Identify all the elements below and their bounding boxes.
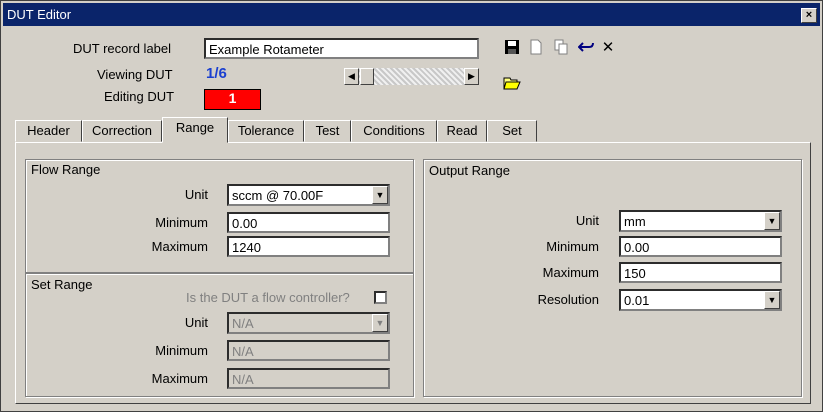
flow-controller-question: Is the DUT a flow controller?	[186, 290, 350, 305]
output-resolution-label: Resolution	[537, 292, 599, 307]
tab-header[interactable]: Header	[15, 120, 82, 142]
output-range-title: Output Range	[429, 163, 510, 178]
output-unit-value: mm	[624, 214, 646, 229]
scroll-thumb[interactable]	[360, 68, 374, 85]
set-min-label: Minimum	[155, 343, 208, 358]
output-min-input[interactable]: 0.00	[619, 236, 782, 257]
output-max-label: Maximum	[542, 265, 599, 280]
set-min-input[interactable]: N/A	[227, 340, 390, 361]
viewing-label: Viewing DUT	[97, 67, 173, 82]
open-folder-icon[interactable]	[503, 75, 521, 93]
flow-unit-label: Unit	[184, 187, 208, 202]
range-tab-panel: Flow Range Unit sccm @ 70.00F ▼ Minimum …	[15, 142, 811, 404]
set-max-input[interactable]: N/A	[227, 368, 390, 389]
window-title: DUT Editor	[7, 7, 72, 22]
tab-tolerance[interactable]: Tolerance	[228, 120, 304, 142]
editing-label: Editing DUT	[104, 89, 175, 104]
record-label: DUT record label	[73, 41, 172, 56]
flow-unit-select[interactable]: sccm @ 70.00F ▼	[227, 184, 390, 206]
tab-correction[interactable]: Correction	[82, 120, 162, 142]
flow-range-title: Flow Range	[31, 162, 101, 177]
output-unit-label: Unit	[575, 213, 599, 228]
set-unit-select[interactable]: N/A ▼	[227, 312, 390, 334]
copy-icon[interactable]	[552, 39, 570, 57]
close-button[interactable]: ×	[801, 8, 817, 23]
flow-min-label: Minimum	[155, 215, 208, 230]
flow-min-input[interactable]: 0.00	[227, 212, 390, 233]
tab-set[interactable]: Set	[487, 120, 537, 142]
set-unit-label: Unit	[184, 315, 208, 330]
set-max-label: Maximum	[151, 371, 208, 386]
output-min-label: Minimum	[546, 239, 599, 254]
set-unit-value: N/A	[232, 316, 254, 331]
scroll-right-button[interactable]: ▶	[464, 68, 479, 85]
output-unit-select[interactable]: mm ▼	[619, 210, 782, 232]
save-icon[interactable]	[503, 39, 521, 57]
output-resolution-value: 0.01	[624, 293, 650, 308]
chevron-down-icon[interactable]: ▼	[372, 186, 388, 204]
editing-counter: 1	[204, 89, 261, 110]
flow-max-input[interactable]: 1240	[227, 236, 390, 257]
set-range-title: Set Range	[31, 277, 93, 292]
output-max-input[interactable]: 150	[619, 262, 782, 283]
delete-icon[interactable]: ✕	[599, 39, 617, 57]
flow-max-label: Maximum	[151, 239, 208, 254]
tab-read[interactable]: Read	[437, 120, 487, 142]
flow-unit-value: sccm @ 70.00F	[232, 188, 324, 203]
record-label-input[interactable]: Example Rotameter	[204, 38, 479, 59]
flow-controller-checkbox[interactable]	[374, 291, 387, 304]
dut-scrollbar[interactable]: ◀ ▶	[344, 68, 479, 85]
undo-icon[interactable]	[577, 39, 595, 57]
tab-test[interactable]: Test	[304, 120, 351, 142]
new-document-icon[interactable]	[527, 39, 545, 57]
tab-range[interactable]: Range	[162, 117, 228, 143]
output-resolution-select[interactable]: 0.01 ▼	[619, 289, 782, 311]
scroll-left-button[interactable]: ◀	[344, 68, 359, 85]
dut-editor-window: DUT Editor × DUT record label Example Ro…	[0, 0, 823, 412]
chevron-down-icon[interactable]: ▼	[372, 314, 388, 332]
viewing-counter: 1/6	[206, 65, 227, 82]
tab-conditions[interactable]: Conditions	[351, 120, 437, 142]
chevron-down-icon[interactable]: ▼	[764, 212, 780, 230]
chevron-down-icon[interactable]: ▼	[764, 291, 780, 309]
title-bar: DUT Editor ×	[3, 3, 820, 26]
